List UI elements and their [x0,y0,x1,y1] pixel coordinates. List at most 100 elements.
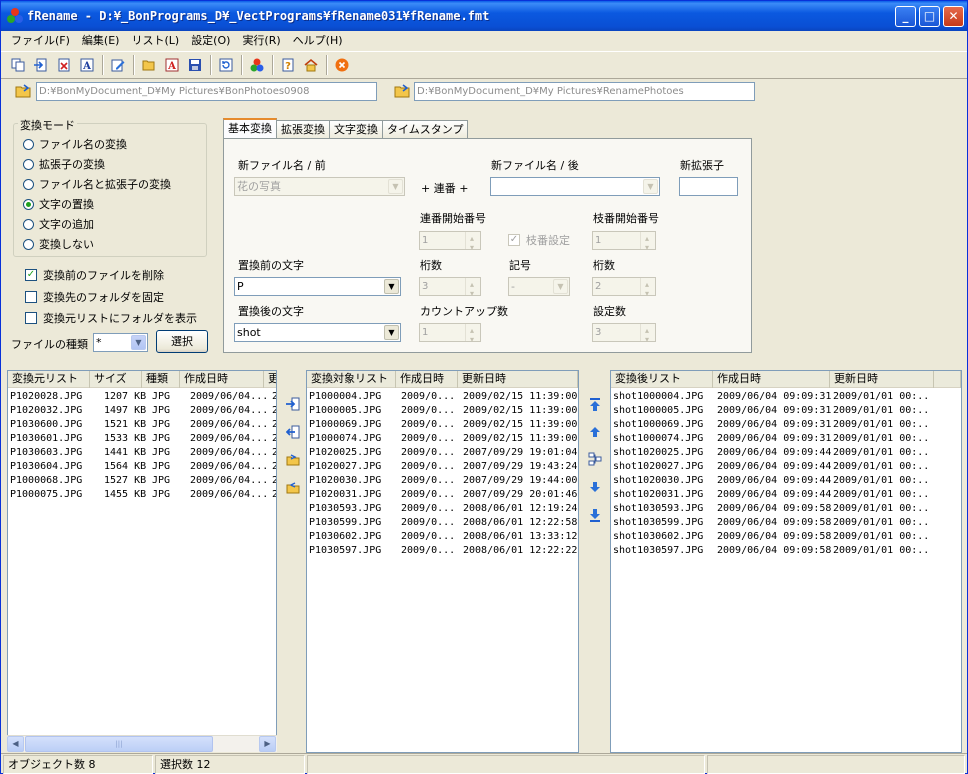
list-row[interactable]: P1000005.JPG 2009/0... 2009/02/15 11:39:00 [307,404,577,418]
list-row[interactable]: P1020027.JPG 2009/0... 2007/09/29 19:43:24 [307,460,577,474]
chevron-down-icon[interactable]: ▼ [384,325,399,340]
digits-spinner[interactable]: 3 [419,276,481,302]
list-row[interactable]: shot1020027.JPG 2009/06/04 09:09:44 2009/0… [611,460,931,474]
scroll-left-icon[interactable]: ◀ [7,736,24,752]
scroll-right-icon[interactable]: ▶ [259,736,276,752]
mode-none[interactable]: 変換しない [23,236,94,252]
list-row[interactable]: P1000068.JPG 1527 KB JPG 2009/06/04...2 [8,474,276,488]
list-row[interactable]: shot1030599.JPG 2009/06/04 09:09:58 2009/0… [611,516,931,530]
minimize-button[interactable]: _ [895,6,916,27]
stop-button[interactable] [331,54,353,76]
radio-replace[interactable] [23,198,34,210]
chevron-down-icon[interactable]: ▼ [643,179,658,194]
tab-extended[interactable]: 拡張変換 [276,120,330,140]
menu-help[interactable]: ヘルプ(H) [287,31,349,50]
serial-start-spinner[interactable]: 1 [419,230,481,256]
delete-source-checkbox[interactable]: ✓ 変換前のファイルを削除 [25,267,164,283]
column-header[interactable]: 更新日時 [830,371,934,388]
column-header[interactable]: 更 [264,371,276,388]
mode-append[interactable]: 文字の追加 [23,216,94,232]
column-header[interactable]: サイズ [90,371,142,388]
after-text-select[interactable]: shot ▼ [234,323,401,342]
add-to-target-button[interactable] [283,395,303,413]
column-header[interactable]: 作成日時 [396,371,458,388]
list-row[interactable]: shot1030593.JPG 2009/06/04 09:09:58 2009/0… [611,502,931,516]
list-row[interactable]: P1000069.JPG 2009/0... 2009/02/15 11:39:00 [307,418,577,432]
refresh-button[interactable] [215,54,237,76]
list-row[interactable]: shot1000069.JPG 2009/06/04 09:09:31 2009/0… [611,418,931,432]
list-row[interactable]: P1030604.JPG 1564 KB JPG 2009/06/04...2 [8,460,276,474]
list-row[interactable]: P1020032.JPG 1497 KB JPG 2009/06/04...2 [8,404,276,418]
save-button[interactable] [184,54,206,76]
list-row[interactable]: P1020028.JPG 1207 KB JPG 2009/06/04...2 [8,390,276,404]
column-header[interactable]: 更新日時 [458,371,578,388]
list-row[interactable]: shot1030602.JPG 2009/06/04 09:09:58 2009/0… [611,530,931,544]
new-name-back-select[interactable]: ▼ [490,177,660,196]
menu-list[interactable]: リスト(L) [125,31,185,50]
move-button[interactable] [30,54,52,76]
list-row[interactable]: shot1000004.JPG 2009/06/04 09:09:31 2009/0… [611,390,931,404]
setting-count-spinner[interactable]: 3 [592,322,656,348]
mode-filename-extension[interactable]: ファイル名と拡張子の変換 [23,176,171,192]
column-header[interactable]: 作成日時 [713,371,830,388]
result-list[interactable]: 変換後リスト 作成日時 更新日時 shot1000004.JPG 2009/06/… [610,370,962,753]
mode-replace[interactable]: 文字の置換 [23,196,94,212]
add-all-button[interactable] [283,451,303,469]
title-bar[interactable]: fRename - D:¥_BonPrograms_D¥_VectProgram… [1,1,967,31]
list-row[interactable]: shot1030597.JPG 2009/06/04 09:09:58 2009/0… [611,544,931,558]
move-bottom-button[interactable] [585,506,605,524]
menu-settings[interactable]: 設定(O) [185,31,236,50]
list-row[interactable]: P1000075.JPG 1455 KB JPG 2009/06/04...2 [8,488,276,502]
chevron-down-icon[interactable]: ▼ [384,279,399,294]
list-row[interactable]: P1030593.JPG 2009/0... 2008/06/01 12:19:24 [307,502,577,516]
target-path-input[interactable]: D:¥BonMyDocument_D¥My Pictures¥RenamePho… [414,82,755,101]
before-text-select[interactable]: P ▼ [234,277,401,296]
list-row[interactable]: shot1020030.JPG 2009/06/04 09:09:44 2009/0… [611,474,931,488]
sort-button[interactable] [585,450,605,468]
symbol-select[interactable]: - ▼ [508,277,570,296]
home-button[interactable] [300,54,322,76]
list-row[interactable]: shot1020031.JPG 2009/06/04 09:09:44 2009/0… [611,488,931,502]
list-row[interactable]: P1030597.JPG 2009/0... 2008/06/01 12:22:22 [307,544,577,558]
column-header[interactable]: 変換対象リスト [307,371,396,388]
delete-button[interactable] [53,54,75,76]
menu-file[interactable]: ファイル(F) [5,31,76,50]
mode-filename[interactable]: ファイル名の変換 [23,136,127,152]
list-row[interactable]: P1030602.JPG 2009/0... 2008/06/01 13:33:12 [307,530,577,544]
menu-run[interactable]: 実行(R) [236,31,286,50]
tab-character[interactable]: 文字変換 [329,120,383,140]
remove-all-button[interactable] [283,479,303,497]
radio-append[interactable] [23,218,34,230]
source-folder-button[interactable] [15,83,33,99]
column-header[interactable]: 種類 [142,371,180,388]
list-row[interactable]: P1020031.JPG 2009/0... 2007/09/29 20:01:46 [307,488,577,502]
target-list[interactable]: 変換対象リスト 作成日時 更新日時 P1000004.JPG 2009/0... 2… [306,370,579,753]
close-button[interactable]: ✕ [943,6,964,27]
list-row[interactable]: shot1000074.JPG 2009/06/04 09:09:31 2009/0… [611,432,931,446]
menu-edit[interactable]: 編集(E) [76,31,126,50]
radio-none[interactable] [23,238,34,250]
move-top-button[interactable] [585,396,605,414]
list-row[interactable]: P1030599.JPG 2009/0... 2008/06/01 12:22:58 [307,516,577,530]
color-button[interactable] [246,54,268,76]
list-row[interactable]: P1030601.JPG 1533 KB JPG 2009/06/04...2 [8,432,276,446]
branch-start-spinner[interactable]: 1 [592,230,656,256]
show-folders-checkbox[interactable]: 変換元リストにフォルダを表示 [25,310,197,326]
list-row[interactable]: P1000004.JPG 2009/0... 2009/02/15 11:39:00 [307,390,577,404]
tab-basic[interactable]: 基本変換 [223,118,277,140]
filetype-select[interactable]: * ▼ [93,333,148,352]
list-row[interactable]: P1030603.JPG 1441 KB JPG 2009/06/04...2 [8,446,276,460]
column-header[interactable] [934,371,961,388]
rename-button[interactable]: A [76,54,98,76]
column-header[interactable]: 変換後リスト [611,371,713,388]
branch-setting-checkbox[interactable]: ✓ 枝番設定 [508,232,570,248]
radio-extension[interactable] [23,158,34,170]
new-name-front-select[interactable]: 花の写真 ▼ [234,177,405,196]
help-button[interactable]: ? [277,54,299,76]
maximize-button[interactable]: □ [919,6,940,27]
list-row[interactable]: P1030600.JPG 1521 KB JPG 2009/06/04...2 [8,418,276,432]
open-button[interactable] [138,54,160,76]
fix-target-folder-checkbox[interactable]: 変換先のフォルダを固定 [25,289,164,305]
tab-timestamp[interactable]: タイムスタンプ [382,120,469,140]
countup-spinner[interactable]: 1 [419,322,481,348]
